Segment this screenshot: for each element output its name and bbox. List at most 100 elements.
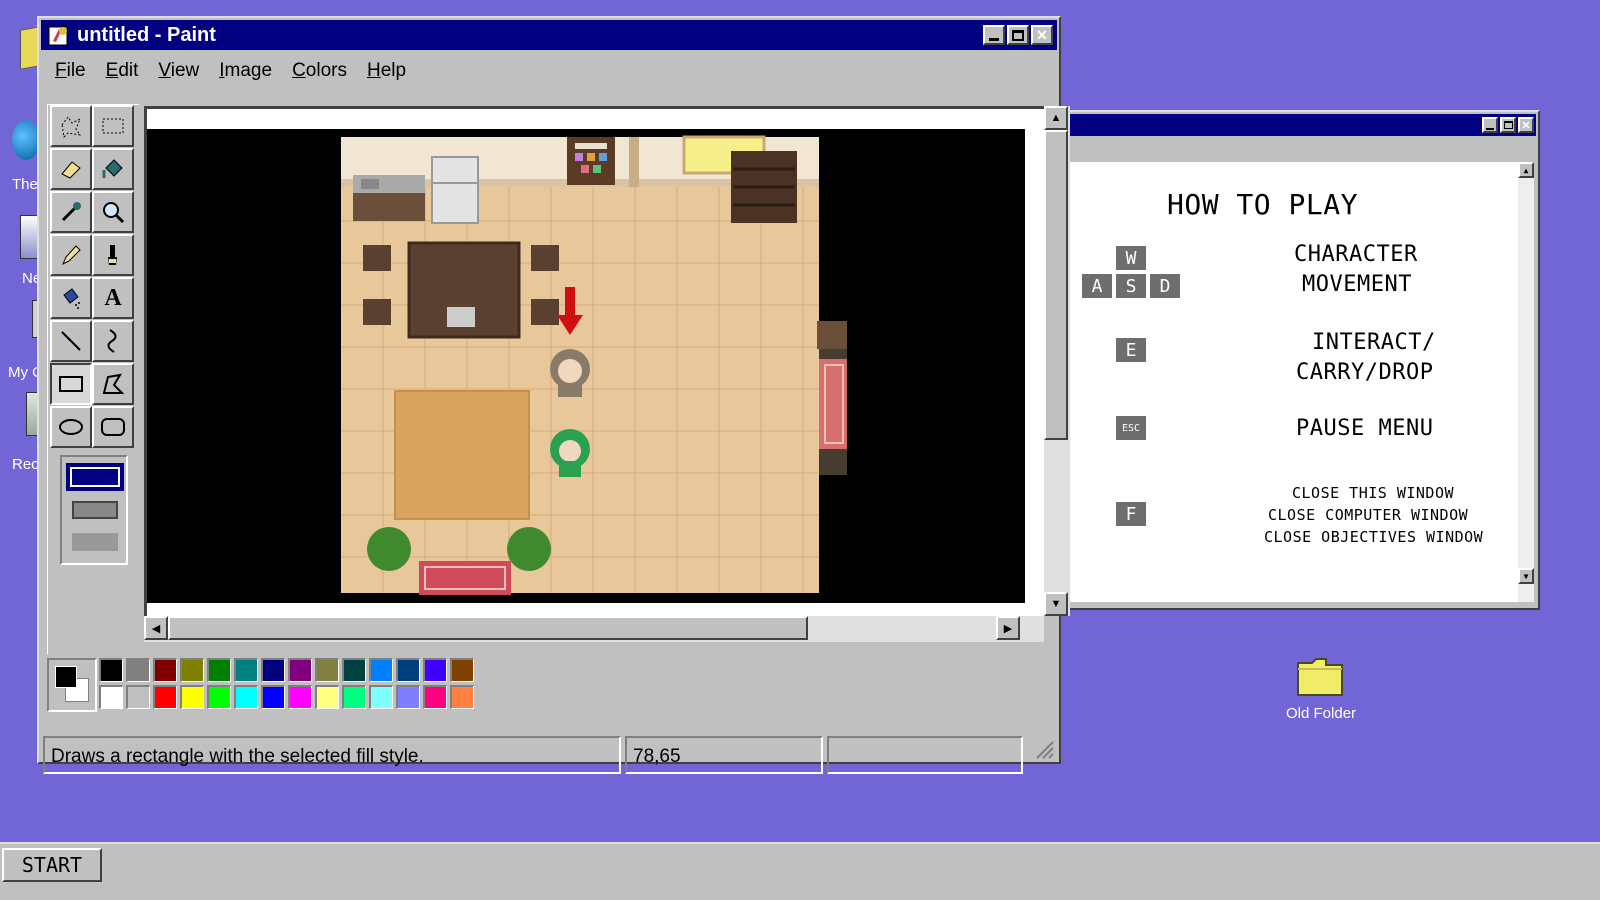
color-swatch[interactable]: [234, 658, 258, 682]
resize-grip-icon[interactable]: [1033, 738, 1055, 760]
color-swatch[interactable]: [207, 685, 231, 709]
fill-style-outline-fill[interactable]: [72, 501, 118, 519]
tool-text[interactable]: A: [92, 277, 134, 319]
tool-brush[interactable]: [92, 234, 134, 276]
vscroll-thumb[interactable]: [1044, 130, 1068, 440]
menu-colors[interactable]: Colors: [284, 58, 355, 84]
hscroll-thumb[interactable]: [168, 616, 808, 640]
maximize-button[interactable]: [1500, 117, 1516, 133]
menu-view[interactable]: View: [150, 58, 207, 84]
tool-pencil[interactable]: [50, 234, 92, 276]
tool-eraser[interactable]: [50, 148, 92, 190]
magnifier-icon: [103, 202, 125, 224]
color-swatch[interactable]: [423, 685, 447, 709]
help-window-titlebar[interactable]: ✕: [1064, 114, 1536, 136]
tool-rounded-rectangle[interactable]: [92, 406, 134, 448]
paint-titlebar[interactable]: untitled - Paint ✕: [41, 20, 1057, 50]
maximize-button[interactable]: [1007, 25, 1029, 45]
rounded-rectangle-icon: [101, 418, 125, 436]
color-swatch[interactable]: [180, 685, 204, 709]
folder-icon: [1297, 658, 1343, 696]
text-tool-icon: A: [104, 284, 122, 311]
fill-bucket-icon: [102, 159, 123, 178]
fill-style-solid[interactable]: [72, 533, 118, 551]
close-line1: CLOSE THIS WINDOW: [1292, 484, 1455, 502]
scroll-down-button[interactable]: ▼: [1518, 568, 1534, 584]
game-room-image: [341, 135, 847, 595]
tool-curve[interactable]: [92, 320, 134, 362]
paint-window[interactable]: untitled - Paint ✕ File Edit View Image …: [37, 16, 1070, 774]
color-swatch[interactable]: [369, 658, 393, 682]
color-swatch[interactable]: [315, 658, 339, 682]
color-swatch[interactable]: [342, 658, 366, 682]
paint-title: untitled - Paint: [77, 23, 216, 46]
close-icon: ✕: [1521, 119, 1531, 132]
tool-rect-select[interactable]: [92, 105, 134, 147]
tool-polygon[interactable]: [92, 363, 134, 405]
down-arrow-icon: ▼: [1523, 571, 1529, 581]
minimize-button[interactable]: [983, 25, 1005, 45]
airbrush-icon: [63, 288, 80, 309]
close-button[interactable]: ✕: [1518, 117, 1534, 133]
menu-image[interactable]: Image: [211, 58, 280, 84]
close-button[interactable]: ✕: [1031, 25, 1053, 45]
tool-airbrush[interactable]: [50, 277, 92, 319]
color-swatch[interactable]: [450, 658, 474, 682]
scroll-right-button[interactable]: ▶: [996, 616, 1020, 640]
scroll-down-button[interactable]: ▼: [1044, 592, 1068, 616]
color-swatch[interactable]: [153, 658, 177, 682]
old-folder[interactable]: Old Folder: [1280, 655, 1360, 725]
color-swatch[interactable]: [126, 658, 150, 682]
color-swatch[interactable]: [396, 685, 420, 709]
color-swatch[interactable]: [450, 685, 474, 709]
minimize-button[interactable]: [1482, 117, 1498, 133]
color-swatch[interactable]: [288, 685, 312, 709]
tool-ellipse[interactable]: [50, 406, 92, 448]
canvas-hscroll[interactable]: ◀ ▶: [144, 616, 1044, 642]
menu-file[interactable]: File: [47, 58, 94, 84]
current-colors[interactable]: [47, 658, 97, 712]
color-swatch[interactable]: [261, 658, 285, 682]
color-swatch[interactable]: [99, 658, 123, 682]
tool-magnifier[interactable]: [92, 191, 134, 233]
tool-line[interactable]: [50, 320, 92, 362]
menu-edit[interactable]: Edit: [98, 58, 147, 84]
left-arrow-icon: ◀: [151, 622, 161, 635]
help-window[interactable]: ✕ HOW TO PLAY W A S D CHARACTER MOVEMENT…: [1060, 110, 1540, 610]
canvas-vscroll[interactable]: ▲ ▼: [1044, 106, 1070, 616]
desktop-icon-the[interactable]: The: [12, 120, 40, 193]
color-swatch[interactable]: [369, 685, 393, 709]
key-w: W: [1116, 246, 1146, 270]
canvas-area: [144, 106, 1044, 616]
close-line3: CLOSE OBJECTIVES WINDOW: [1264, 528, 1484, 546]
color-swatch[interactable]: [180, 658, 204, 682]
tool-color-picker[interactable]: [50, 191, 92, 233]
maximize-icon: [1012, 29, 1024, 41]
tool-free-select[interactable]: [50, 105, 92, 147]
tool-rectangle[interactable]: [50, 363, 92, 405]
color-swatch[interactable]: [396, 658, 420, 682]
color-swatch[interactable]: [423, 658, 447, 682]
color-swatch[interactable]: [234, 685, 258, 709]
scroll-up-button[interactable]: ▲: [1518, 162, 1534, 178]
tool-fill[interactable]: [92, 148, 134, 190]
color-swatch[interactable]: [342, 685, 366, 709]
color-swatch[interactable]: [261, 685, 285, 709]
help-title: HOW TO PLAY: [1167, 188, 1358, 221]
color-swatch[interactable]: [99, 685, 123, 709]
movement-line1: CHARACTER: [1294, 242, 1418, 267]
menu-help[interactable]: Help: [359, 58, 414, 84]
color-swatch[interactable]: [126, 685, 150, 709]
color-swatch[interactable]: [288, 658, 312, 682]
color-swatch[interactable]: [315, 685, 339, 709]
key-a: A: [1082, 274, 1112, 298]
rectangle-icon: [59, 376, 83, 392]
minimize-icon: [989, 37, 999, 41]
fill-style-outline[interactable]: [66, 463, 124, 491]
color-swatch[interactable]: [153, 685, 177, 709]
color-swatch[interactable]: [207, 658, 231, 682]
scroll-left-button[interactable]: ◀: [144, 616, 168, 640]
scroll-up-button[interactable]: ▲: [1044, 106, 1068, 130]
help-vscroll[interactable]: ▲ ▼: [1518, 162, 1534, 602]
start-button[interactable]: START: [2, 848, 102, 882]
